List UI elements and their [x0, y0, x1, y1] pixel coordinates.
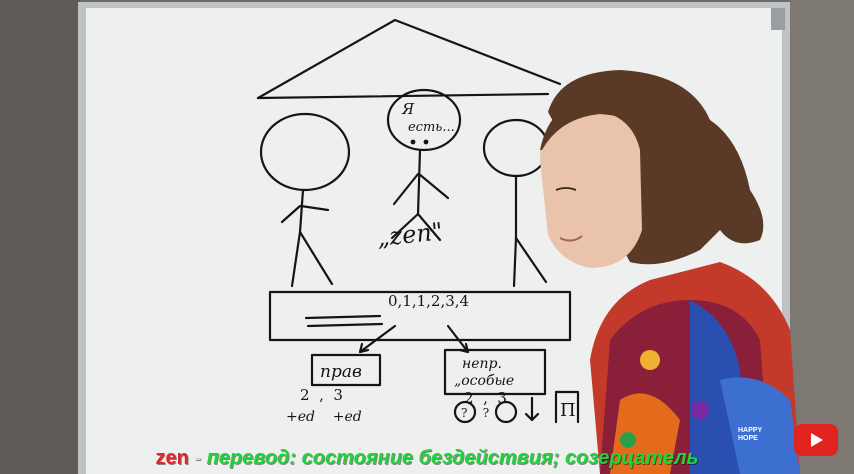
video-frame: Я есть... „zen" 0,1,1,2,3,4 прав непр. „…	[0, 0, 854, 474]
youtube-play-button[interactable]	[794, 424, 838, 456]
jacket-logo: HAPPY HOPE	[738, 427, 778, 443]
right-box-label-line2: „особые	[454, 373, 514, 389]
right-marks: ? ?	[461, 406, 489, 420]
caption-translation: перевод: состояние бездействия; созерцат…	[206, 447, 699, 469]
speech-text-line2: есть...	[408, 120, 455, 135]
numbers-text: 0,1,1,2,3,4	[388, 292, 469, 310]
left-box-label: прав	[320, 362, 362, 382]
caption-word: zen	[155, 447, 189, 469]
edge-box-label: П	[560, 400, 576, 421]
subtitle-caption: zen - перевод: состояние бездействия; со…	[0, 447, 854, 470]
right-counts: 2 , 3	[464, 389, 507, 407]
caption-separator: -	[188, 447, 207, 469]
brand-line1: HAPPY	[738, 427, 763, 434]
left-counts: 2 , 3	[300, 386, 343, 404]
youtube-play-icon	[811, 433, 823, 447]
brand-line2: HOPE	[738, 435, 758, 442]
speech-text-line1: Я	[401, 100, 415, 118]
left-suffix: +ed +ed	[286, 409, 362, 425]
right-box-label-line1: непр.	[462, 356, 502, 372]
